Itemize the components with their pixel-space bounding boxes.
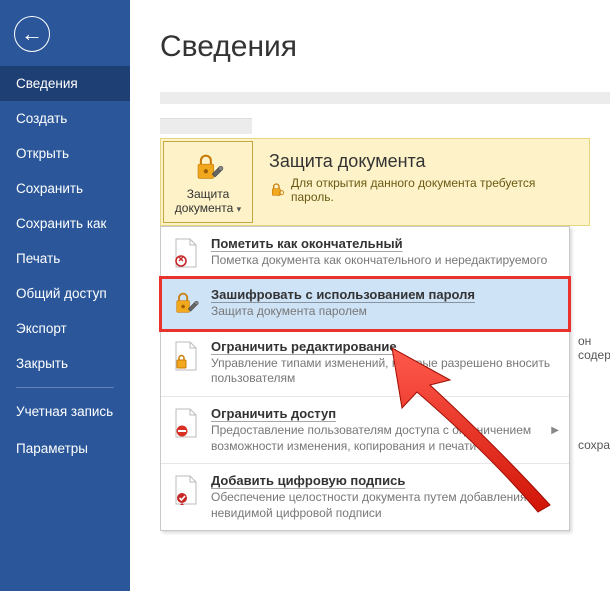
protect-document-panel: Защита документа ▾ Защита документа Для …	[160, 138, 590, 226]
nav-item-info[interactable]: Сведения	[0, 66, 130, 101]
lock-key-icon	[191, 150, 225, 184]
menu-item-restrict-editing[interactable]: Ограничить редактирование Управление тип…	[161, 330, 569, 397]
lock-small-icon	[269, 182, 285, 198]
document-name-placeholder	[160, 92, 610, 104]
protect-document-button[interactable]: Защита документа ▾	[163, 141, 253, 223]
protect-title: Защита документа	[269, 151, 579, 172]
document-final-icon	[173, 238, 199, 268]
menu-item-restrict-access[interactable]: Ограничить доступ Предоставление пользов…	[161, 397, 569, 464]
protect-button-label: Защита документа ▾	[166, 188, 250, 216]
menu-item-title: Добавить цифровую подпись	[211, 473, 559, 488]
nav-item-save[interactable]: Сохранить	[0, 171, 130, 206]
backstage-sidebar: ← Сведения Создать Открыть Сохранить Сох…	[0, 0, 130, 591]
nav-divider	[16, 387, 114, 388]
document-restrict-icon	[173, 341, 199, 371]
arrow-left-icon: ←	[21, 23, 43, 45]
main-panel: Сведения Защита документа ▾	[130, 0, 610, 591]
nav-item-share[interactable]: Общий доступ	[0, 276, 130, 311]
nav-item-new[interactable]: Создать	[0, 101, 130, 136]
menu-item-title: Зашифровать с использованием пароля	[211, 287, 559, 302]
menu-item-desc: Предоставление пользователям доступа с о…	[211, 423, 541, 454]
menu-item-mark-final[interactable]: Пометить как окончательный Пометка докум…	[161, 227, 569, 279]
back-button[interactable]: ←	[0, 0, 130, 66]
document-signature-icon	[173, 475, 199, 505]
menu-item-desc: Обеспечение целостности документа путем …	[211, 490, 559, 521]
protect-document-menu: Пометить как окончательный Пометка докум…	[160, 226, 570, 532]
page-title: Сведения	[160, 30, 610, 64]
nav-item-saveas[interactable]: Сохранить как	[0, 206, 130, 241]
menu-item-encrypt-password[interactable]: Зашифровать с использованием пароля Защи…	[161, 278, 569, 330]
document-denied-icon	[173, 408, 199, 438]
truncated-text: сохранен	[578, 438, 610, 452]
document-path-placeholder	[160, 118, 252, 134]
protect-info: Защита документа Для открытия данного до…	[255, 139, 589, 225]
nav-item-print[interactable]: Печать	[0, 241, 130, 276]
nav-item-options[interactable]: Параметры	[0, 431, 130, 466]
menu-item-title: Ограничить редактирование	[211, 339, 559, 354]
menu-item-desc: Защита документа паролем	[211, 304, 559, 320]
nav-item-open[interactable]: Открыть	[0, 136, 130, 171]
protect-desc: Для открытия данного документа требуется…	[291, 176, 579, 204]
truncated-text: он содер	[578, 334, 610, 362]
menu-item-title: Ограничить доступ	[211, 406, 541, 421]
nav-item-account[interactable]: Учетная запись	[0, 394, 130, 431]
lock-key-icon	[172, 289, 200, 317]
nav-item-export[interactable]: Экспорт	[0, 311, 130, 346]
chevron-right-icon: ▶	[551, 425, 559, 436]
back-circle-icon: ←	[14, 16, 50, 52]
menu-item-digital-signature[interactable]: Добавить цифровую подпись Обеспечение це…	[161, 464, 569, 530]
menu-item-desc: Пометка документа как окончательного и н…	[211, 253, 559, 269]
menu-item-title: Пометить как окончательный	[211, 236, 559, 251]
nav-item-close[interactable]: Закрыть	[0, 346, 130, 381]
menu-item-desc: Управление типами изменений, которые раз…	[211, 356, 559, 387]
chevron-down-icon: ▾	[237, 204, 242, 214]
